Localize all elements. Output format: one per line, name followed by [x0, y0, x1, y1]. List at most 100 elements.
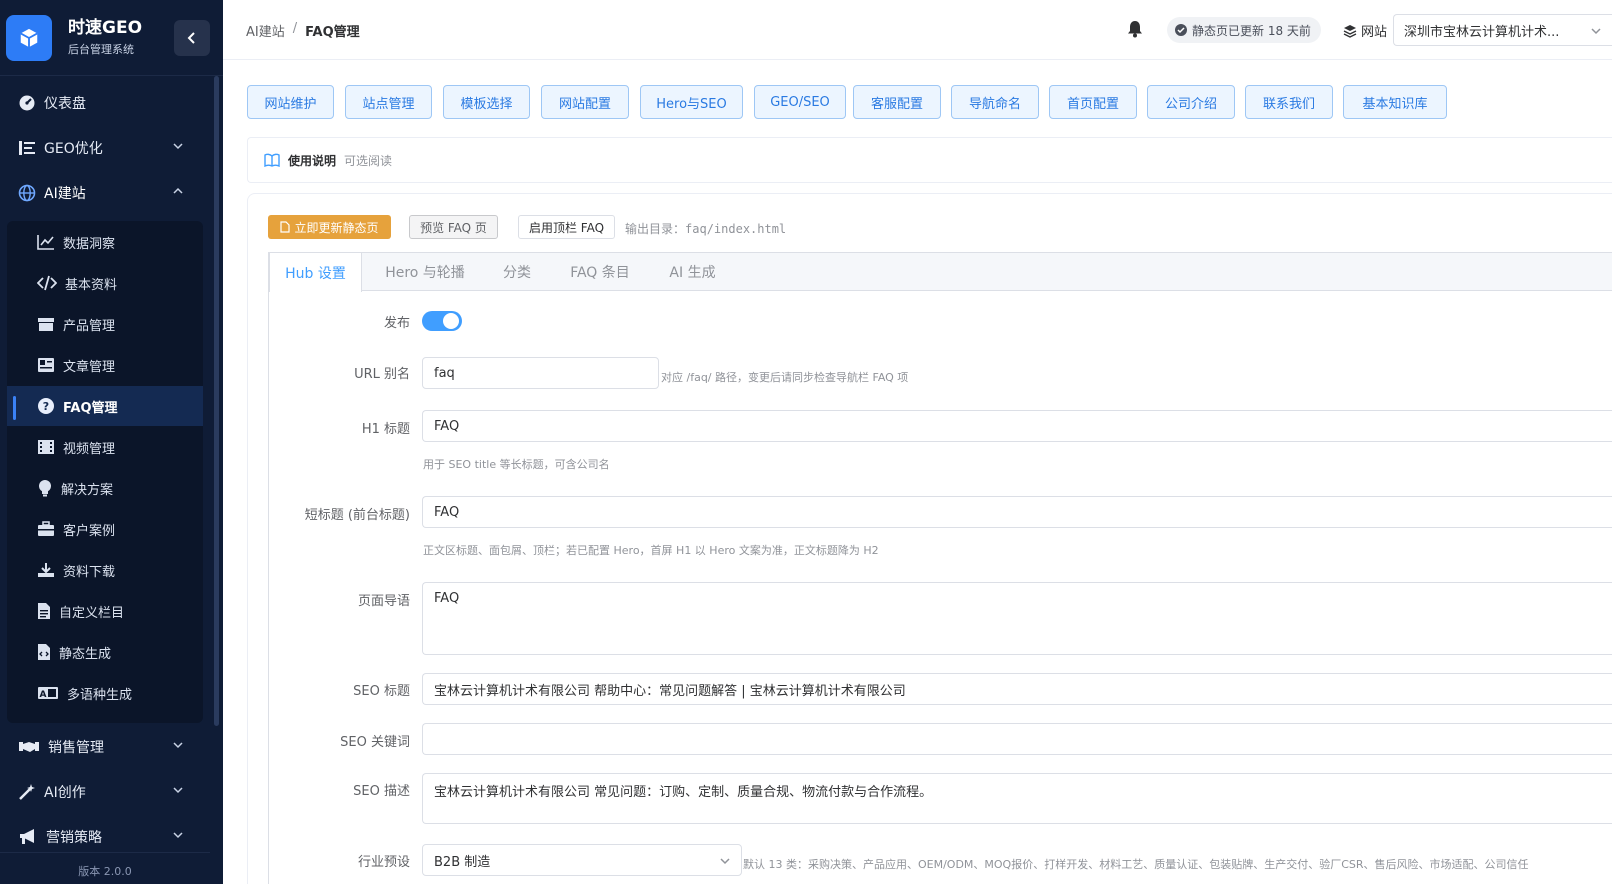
- sidebar-item-label: FAQ管理: [63, 400, 118, 416]
- sidebar-item-downloads[interactable]: 资料下载: [7, 550, 203, 590]
- breadcrumb-item-ai-site[interactable]: AI建站: [246, 21, 285, 40]
- industry-select[interactable]: B2B 制造: [422, 844, 742, 876]
- sidebar-item-label: 静态生成: [59, 646, 112, 662]
- version-label: 版本 2.0.0: [0, 852, 210, 884]
- brand-title: 时速GEO: [68, 18, 143, 38]
- code-icon: [37, 275, 57, 291]
- sidebar-item-custom-columns[interactable]: 自定义栏目: [7, 591, 203, 631]
- update-static-button[interactable]: 立即更新静态页: [268, 215, 391, 239]
- menu-item-sales[interactable]: 销售管理: [0, 725, 210, 769]
- tab-hub-settings[interactable]: Hub 设置: [269, 253, 362, 292]
- site-label-text: 网站: [1361, 25, 1388, 40]
- h1-input[interactable]: FAQ: [422, 410, 1612, 442]
- sidebar-collapse-button[interactable]: [174, 20, 210, 56]
- sidebar-item-label: 多语种生成: [67, 687, 133, 703]
- intro-textarea[interactable]: FAQ: [422, 582, 1612, 655]
- publish-label: 发布: [383, 316, 410, 331]
- sidebar-item-articles[interactable]: 文章管理: [7, 345, 203, 385]
- chevron-down-icon: [173, 143, 183, 150]
- tab-nav-naming[interactable]: 导航命名: [951, 85, 1039, 119]
- preview-faq-button[interactable]: 预览 FAQ 页: [409, 215, 498, 239]
- breadcrumb-separator: /: [292, 21, 298, 36]
- seo-keywords-input[interactable]: [422, 723, 1612, 755]
- update-static-label: 立即更新静态页: [294, 220, 379, 235]
- tab-knowledge-base[interactable]: 基本知识库: [1343, 85, 1447, 119]
- notice-title: 使用说明: [288, 153, 337, 168]
- menu-label: GEO优化: [44, 141, 103, 157]
- menu-item-dashboard[interactable]: 仪表盘: [0, 81, 210, 125]
- tab-template-select[interactable]: 模板选择: [443, 85, 530, 119]
- menu-item-ai-site[interactable]: AI建站: [0, 171, 210, 215]
- sidebar-item-label: 数据洞察: [63, 236, 116, 252]
- breadcrumb: AI建站 / FAQ管理: [246, 21, 360, 40]
- sidebar-item-multilang[interactable]: A 多语种生成: [7, 673, 203, 713]
- tab-ai-generate[interactable]: AI 生成: [655, 253, 730, 291]
- tab-site-config[interactable]: 网站配置: [541, 85, 629, 119]
- menu-item-geo[interactable]: GEO优化: [0, 126, 210, 170]
- tab-site-management[interactable]: 站点管理: [345, 85, 432, 119]
- chevron-left-icon: [187, 32, 195, 44]
- sidebar-item-label: 自定义栏目: [59, 605, 125, 621]
- tab-hero-seo[interactable]: Hero与SEO: [640, 85, 743, 119]
- sidebar-item-basic-info[interactable]: 基本资料: [7, 263, 203, 303]
- site-select[interactable]: 深圳市宝林云计算机计术...: [1393, 14, 1612, 46]
- list-icon: [19, 141, 35, 155]
- publish-toggle-knob: [443, 313, 459, 329]
- sidebar-item-cases[interactable]: 客户案例: [7, 509, 203, 549]
- menu-item-ai-create[interactable]: AI创作: [0, 770, 210, 814]
- menu-label: 销售管理: [48, 740, 104, 756]
- sidebar-item-faq[interactable]: ? FAQ管理: [7, 386, 203, 426]
- sidebar-item-videos[interactable]: 视频管理: [7, 427, 203, 467]
- seo-desc-textarea[interactable]: 宝林云计算机计术有限公司 常见问题：订购、定制、质量合规、物流付款与合作流程。: [422, 773, 1612, 824]
- document-icon: [280, 221, 291, 233]
- translate-icon: A: [38, 687, 58, 700]
- magic-wand-icon: [19, 784, 35, 800]
- sidebar-item-label: 解决方案: [61, 482, 114, 498]
- sidebar-item-label: 资料下载: [63, 564, 116, 580]
- chevron-down-icon: [173, 787, 183, 794]
- short-title-hint: 正文区标题、面包屑、顶栏；若已配置 Hero，首屏 H1 以 Hero 文案为准…: [423, 544, 879, 557]
- layers-icon: [1343, 24, 1357, 38]
- brand-logo-icon: [6, 14, 52, 61]
- intro-label: 页面导语: [357, 594, 410, 609]
- seo-title-input[interactable]: 宝林云计算机计术有限公司 帮助中心：常见问题解答 | 宝林云计算机计术有限公司: [422, 673, 1612, 705]
- sidebar-item-insights[interactable]: 数据洞察: [7, 222, 203, 262]
- tab-contact-us[interactable]: 联系我们: [1245, 85, 1333, 119]
- sidebar-scrollbar[interactable]: [214, 76, 219, 726]
- tab-site-maintenance[interactable]: 网站维护: [247, 85, 334, 119]
- chevron-down-icon: [173, 742, 183, 749]
- sidebar-item-solutions[interactable]: 解决方案: [7, 468, 203, 508]
- usage-notice[interactable]: 使用说明 可选阅读: [247, 137, 1612, 183]
- megaphone-icon: [20, 829, 34, 844]
- download-icon: [38, 563, 54, 577]
- tab-customer-service[interactable]: 客服配置: [853, 85, 941, 119]
- industry-select-value: B2B 制造: [434, 854, 491, 870]
- slug-input[interactable]: faq: [422, 357, 659, 389]
- static-status-badge: 静态页已更新 18 天前: [1167, 17, 1321, 43]
- file-code-icon: [38, 644, 50, 660]
- sidebar-item-static-gen[interactable]: 静态生成: [7, 632, 203, 672]
- notice-subtitle: 可选阅读: [344, 153, 393, 168]
- globe-icon: [18, 184, 36, 202]
- output-dir-label: 输出目录：: [625, 222, 686, 236]
- chevron-down-icon: [1591, 28, 1601, 35]
- sidebar-item-products[interactable]: 产品管理: [7, 304, 203, 344]
- seo-desc-label: SEO 描述: [353, 784, 410, 799]
- short-title-input[interactable]: FAQ: [422, 496, 1612, 528]
- tab-geo-seo[interactable]: GEO/SEO: [754, 85, 846, 119]
- newspaper-icon: [38, 358, 54, 372]
- tab-hero-carousel[interactable]: Hero 与轮播: [370, 253, 480, 291]
- notification-bell-icon[interactable]: [1127, 20, 1143, 42]
- tab-categories[interactable]: 分类: [490, 253, 544, 291]
- file-icon: [38, 603, 50, 619]
- tab-home-config[interactable]: 首页配置: [1049, 85, 1137, 119]
- tab-faq-items[interactable]: FAQ 条目: [560, 253, 640, 291]
- breadcrumb-item-current: FAQ管理: [305, 25, 360, 40]
- tab-company-intro[interactable]: 公司介绍: [1147, 85, 1235, 119]
- sidebar-item-label: 文章管理: [63, 359, 116, 375]
- enable-nav-faq-button[interactable]: 启用顶栏 FAQ: [518, 215, 615, 239]
- sidebar-item-label: 客户案例: [63, 523, 116, 539]
- slug-label: URL 别名: [354, 367, 410, 382]
- svg-text:A: A: [40, 690, 47, 700]
- chart-line-icon: [37, 235, 54, 250]
